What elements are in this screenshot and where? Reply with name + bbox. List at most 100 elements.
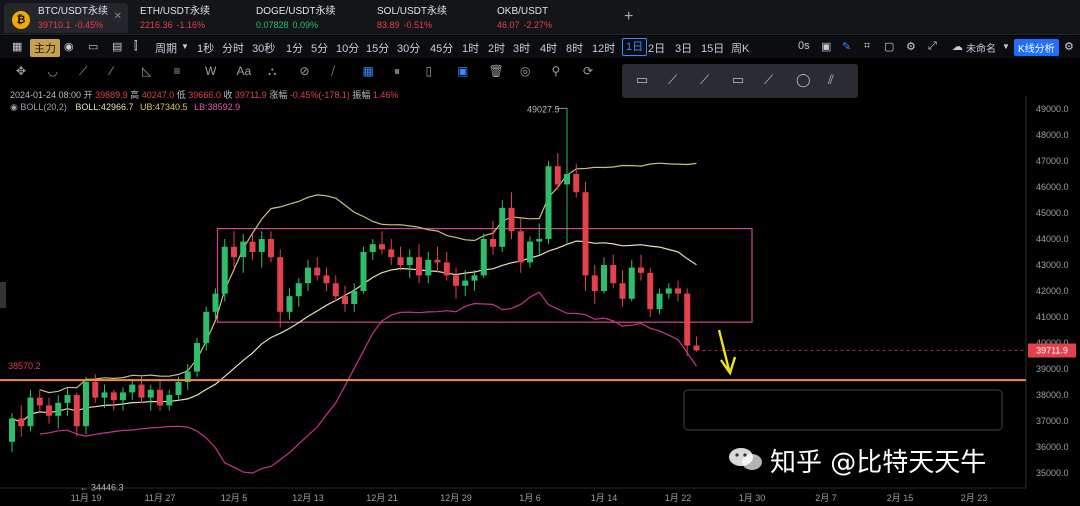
- candle-body[interactable]: [638, 267, 644, 273]
- candle-body[interactable]: [249, 241, 256, 252]
- candle-body[interactable]: [46, 405, 52, 416]
- candle-body[interactable]: [18, 418, 25, 427]
- candle-body[interactable]: [36, 397, 43, 406]
- candle-body[interactable]: [564, 174, 570, 185]
- candle-body[interactable]: [536, 239, 543, 242]
- candle-body[interactable]: [305, 267, 311, 284]
- candle-body[interactable]: [360, 252, 367, 291]
- candle-body[interactable]: [517, 231, 524, 263]
- x-tick-label: 2月 7: [815, 493, 837, 503]
- y-tick-label: 47000.0: [1036, 156, 1069, 166]
- candle-body[interactable]: [55, 402, 62, 416]
- watermark-text: 知乎 @比特天天牛: [770, 448, 987, 478]
- candle-body[interactable]: [286, 296, 293, 312]
- y-tick-label: 35000.0: [1036, 468, 1069, 478]
- candle-body[interactable]: [110, 392, 117, 401]
- candle-body[interactable]: [314, 267, 321, 276]
- candle-body[interactable]: [138, 384, 145, 398]
- y-tick-label: 41000.0: [1036, 312, 1069, 322]
- left-panel-handle[interactable]: [0, 282, 6, 308]
- min-price-label: ← 34446.3: [80, 482, 124, 492]
- current-price-label: 39711.9: [1036, 345, 1068, 355]
- candle-body[interactable]: [101, 392, 108, 398]
- candle-body[interactable]: [240, 241, 247, 258]
- candle-body[interactable]: [619, 283, 626, 299]
- candle-body[interactable]: [480, 239, 487, 276]
- candle-body[interactable]: [443, 262, 450, 276]
- candle-body[interactable]: [73, 395, 80, 427]
- candle-body[interactable]: [610, 265, 617, 284]
- candle-body[interactable]: [129, 384, 136, 393]
- y-tick-label: 46000.0: [1036, 182, 1069, 192]
- candle-body[interactable]: [351, 291, 358, 304]
- candle-body[interactable]: [647, 272, 654, 310]
- y-tick-label: 39000.0: [1036, 364, 1069, 374]
- candle-body[interactable]: [582, 192, 589, 276]
- candle-body[interactable]: [175, 382, 182, 395]
- candle-body[interactable]: [83, 382, 89, 427]
- y-tick-label: 36000.0: [1036, 442, 1069, 452]
- candle-body[interactable]: [462, 280, 469, 286]
- candle-body[interactable]: [295, 283, 302, 297]
- y-tick-label: 37000.0: [1036, 416, 1069, 426]
- candle-body[interactable]: [9, 418, 15, 442]
- candle-body[interactable]: [601, 265, 607, 291]
- candle-body[interactable]: [64, 395, 71, 403]
- candle-body[interactable]: [120, 392, 126, 401]
- candle-body[interactable]: [92, 382, 99, 398]
- candle-body[interactable]: [675, 288, 681, 294]
- candle-body[interactable]: [323, 275, 330, 284]
- candle-body[interactable]: [665, 288, 672, 294]
- candle-body[interactable]: [490, 239, 496, 247]
- candle-body[interactable]: [342, 296, 348, 304]
- candle-body[interactable]: [573, 174, 580, 193]
- candle-body[interactable]: [499, 207, 506, 247]
- x-tick-label: 12月 21: [366, 493, 398, 503]
- candle-body[interactable]: [554, 166, 561, 185]
- candle-body[interactable]: [194, 343, 200, 372]
- y-tick-label: 38000.0: [1036, 390, 1069, 400]
- candle-body[interactable]: [434, 259, 441, 263]
- candle-body[interactable]: [388, 249, 395, 258]
- candle-body[interactable]: [369, 244, 376, 252]
- y-tick-label: 49000.0: [1036, 104, 1069, 114]
- candle-body[interactable]: [166, 395, 173, 406]
- boll-lower-line: [39, 291, 697, 474]
- candle-body[interactable]: [684, 293, 691, 346]
- candle-body[interactable]: [425, 259, 432, 276]
- candle-body[interactable]: [231, 246, 237, 258]
- candle-body[interactable]: [545, 166, 552, 239]
- x-tick-label: 11月 27: [145, 493, 176, 503]
- x-tick-label: 11月 19: [71, 493, 102, 503]
- candle-body[interactable]: [157, 389, 163, 406]
- max-price-label: 49027.5: [527, 104, 560, 114]
- candle-body[interactable]: [332, 283, 339, 297]
- x-tick-label: 2月 23: [961, 493, 988, 503]
- candle-body[interactable]: [397, 257, 404, 265]
- candle-body[interactable]: [258, 239, 265, 252]
- candle-body[interactable]: [527, 241, 533, 263]
- candle-body[interactable]: [416, 257, 422, 276]
- candle-body[interactable]: [277, 257, 284, 312]
- candle-body[interactable]: [508, 207, 515, 232]
- candle-body[interactable]: [268, 239, 274, 258]
- candle-body[interactable]: [656, 293, 663, 310]
- candle-body[interactable]: [591, 275, 598, 291]
- candle-body[interactable]: [147, 389, 154, 398]
- selection-outline: [683, 389, 1003, 431]
- candle-body[interactable]: [203, 311, 210, 343]
- candle-body[interactable]: [693, 345, 700, 351]
- x-tick-label: 1月 22: [665, 493, 692, 503]
- x-tick-label: 1月 14: [591, 493, 618, 503]
- y-tick-label: 48000.0: [1036, 130, 1069, 140]
- x-tick-label: 1月 30: [739, 493, 766, 503]
- candle-body[interactable]: [221, 246, 228, 294]
- candle-body[interactable]: [212, 293, 219, 312]
- candle-body[interactable]: [628, 267, 635, 299]
- candle-body[interactable]: [406, 257, 413, 265]
- candle-body[interactable]: [453, 275, 459, 286]
- candlestick-chart[interactable]: 49000.0 48000.0 47000.0 46000.0 45000.0 44000…: [0, 0, 1080, 506]
- candle-body[interactable]: [379, 244, 385, 250]
- candle-body[interactable]: [27, 397, 34, 427]
- candle-body[interactable]: [471, 275, 478, 281]
